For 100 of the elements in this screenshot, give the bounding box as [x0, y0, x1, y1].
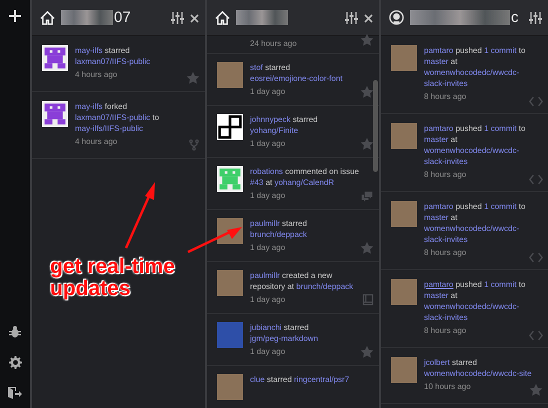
bug-icon[interactable] [9, 325, 21, 338]
event-link[interactable]: yohang/CalendR [274, 177, 334, 188]
event-time: 8 hours ago [424, 170, 468, 179]
event-time: 4 hours ago [75, 70, 118, 79]
event-time: 1 day ago [250, 295, 286, 304]
avatar-image [217, 322, 243, 348]
star-icon [360, 241, 374, 255]
event-time: 1 day ago [250, 347, 286, 356]
event-link[interactable]: jgm/peg-markdown [250, 333, 318, 344]
event-link[interactable]: may-ilfs/IIFS-public [75, 123, 144, 134]
avatar-image [42, 101, 68, 127]
event-link[interactable]: may-ilfs [75, 101, 103, 112]
settings-icon[interactable] [8, 356, 22, 369]
event-link[interactable]: womenwhocodedc/wwcdc-slack-invites [424, 67, 532, 89]
event-text: may-ilfs starred laxman07/IIFS-public [75, 45, 152, 67]
event-time: 1 day ago [250, 191, 286, 200]
event-link[interactable]: 1 commit [484, 45, 517, 56]
star-icon [360, 345, 374, 359]
event-link[interactable]: 1 commit [484, 201, 517, 212]
avatar-image [42, 45, 68, 71]
event-text: paulmillr starred brunch/deppack [250, 218, 308, 240]
sliders-icon[interactable] [345, 12, 358, 24]
event-link[interactable]: jcolbert [424, 357, 450, 368]
sliders-icon[interactable] [171, 12, 184, 24]
event-link[interactable]: 1 commit [484, 123, 517, 134]
event-time: 10 hours ago [424, 382, 472, 391]
event-link[interactable]: may-ilfs [75, 45, 103, 56]
star-icon [360, 33, 374, 47]
event-link[interactable]: brunch/deppack [296, 281, 354, 292]
event-text: clue starred ringcentral/psr7 [250, 374, 350, 385]
fork-icon [188, 138, 200, 152]
home-icon [40, 10, 55, 24]
event-text: johnnypeck starred yohang/Finite [250, 114, 319, 136]
column-title: c [511, 9, 518, 26]
sliders-icon[interactable] [529, 12, 542, 24]
event-link[interactable]: robations [250, 166, 283, 177]
avatar-image [217, 114, 243, 140]
event-text: jubianchi starred jgm/peg-markdown [250, 322, 320, 344]
event-link[interactable]: eosrei/emojione-color-font [250, 73, 342, 84]
event-link[interactable]: 1 commit [484, 279, 517, 290]
event-time: 4 hours ago [75, 137, 118, 146]
event-link[interactable]: laxman07/IIFS-public [75, 112, 150, 123]
event-text: pamtaro pushed 1 commit to master at womenwhocodedc/wwcdc-slack-invites [424, 279, 532, 323]
event-text: may-ilfs forked laxman07/IIFS-public to may-ilfs/IIFS-public [75, 101, 160, 134]
avatar-image [217, 374, 243, 400]
book-icon [362, 293, 374, 307]
event-time: 8 hours ago [424, 326, 468, 335]
event-link[interactable]: master [424, 290, 448, 301]
event-link[interactable]: clue [250, 374, 265, 385]
event-link[interactable]: johnnypeck [250, 114, 290, 125]
event-time: 1 day ago [250, 87, 286, 96]
event-text: paulmillr created a new repository at brunch/deppack [250, 270, 354, 292]
event-time: 8 hours ago [424, 92, 468, 101]
event-link[interactable]: paulmillr [250, 270, 280, 281]
home-icon [215, 10, 230, 24]
event-time: 1 day ago [250, 139, 286, 148]
sign-out-icon[interactable] [8, 387, 22, 400]
event-link[interactable]: #43 [250, 177, 264, 188]
avatar-image [217, 62, 243, 88]
event-link[interactable]: womenwhocodedc/wwcdc-site [424, 368, 532, 379]
event-time: 1 day ago [250, 243, 286, 252]
event-link[interactable]: jubianchi [250, 322, 282, 333]
avatar-image [391, 45, 417, 71]
event-link[interactable]: pamtaro [424, 123, 454, 134]
event-link[interactable]: master [424, 212, 448, 223]
code-icon [529, 96, 543, 107]
star-icon [186, 71, 200, 85]
event-link[interactable]: brunch/deppack [250, 229, 307, 240]
avatar-image [391, 201, 417, 227]
event-text: robations commented on issue #43 at yohang/CalendR [250, 166, 360, 188]
star-icon [360, 137, 374, 151]
code-icon [529, 252, 543, 263]
event-link[interactable]: womenwhocodedc/wwcdc-slack-invites [424, 223, 532, 245]
event-link[interactable]: pamtaro [424, 279, 454, 290]
blurred-title [61, 10, 113, 25]
event-link[interactable]: womenwhocodedc/wwcdc-slack-invites [424, 145, 532, 167]
scrollbar[interactable] [373, 80, 378, 172]
event-link[interactable]: master [424, 56, 448, 67]
event-link[interactable]: ringcentral/psr7 [294, 374, 350, 385]
avatar-image [391, 123, 417, 149]
event-link[interactable]: laxman07/IIFS-public [75, 56, 150, 67]
event-link[interactable]: paulmillr [250, 218, 280, 229]
event-link[interactable]: master [424, 134, 448, 145]
comment-icon [360, 191, 374, 203]
annotation-arrow [187, 227, 242, 254]
add-icon[interactable] [9, 10, 21, 22]
event-time: 8 hours ago [424, 248, 468, 257]
event-text: pamtaro pushed 1 commit to master at womenwhocodedc/wwcdc-slack-invites [424, 123, 532, 167]
event-text: pamtaro pushed 1 commit to master at womenwhocodedc/wwcdc-slack-invites [424, 45, 532, 89]
event-link[interactable]: stof [250, 62, 263, 73]
event-link[interactable]: yohang/Finite [250, 125, 298, 136]
event-link[interactable]: pamtaro [424, 201, 454, 212]
avatar-image [391, 357, 417, 383]
star-icon [360, 85, 374, 99]
event-link[interactable]: pamtaro [424, 45, 454, 56]
event-link[interactable]: womenwhocodedc/wwcdc-slack-invites [424, 301, 532, 323]
annotation-arrow [124, 182, 155, 248]
event-text: jcolbert starred womenwhocodedc/wwcdc-site [424, 357, 532, 379]
avatar-image [217, 270, 243, 296]
event-text: stof starred eosrei/emojione-color-font [250, 62, 344, 84]
